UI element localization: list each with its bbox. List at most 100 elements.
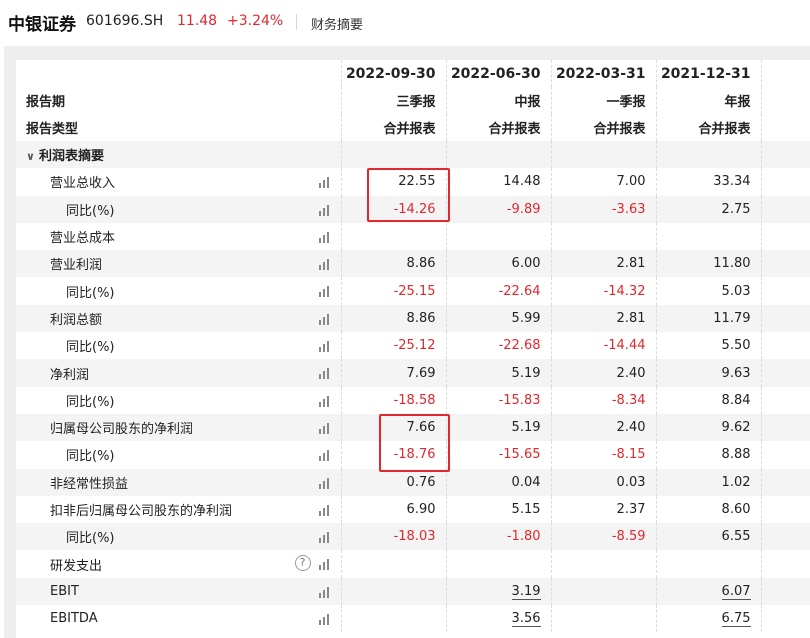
table-row: 同比(%) -25.12 -22.68 -14.44 5.50 (16, 332, 810, 360)
cell-value[interactable]: 3.56 (511, 611, 541, 628)
bar-chart-icon-bar (322, 617, 325, 626)
column-report-type: 合并报表 (655, 114, 761, 141)
bar-chart-icon-bar (326, 231, 329, 243)
bar-chart-icon[interactable] (318, 586, 331, 598)
header-row-date: 2022-09-30 2022-06-30 2022-03-31 2021-12-31… (16, 60, 810, 87)
bar-chart-icon[interactable] (318, 340, 331, 353)
bar-chart-icon[interactable] (318, 531, 331, 544)
group-label[interactable]: ∨ 利润表摘要 (16, 141, 341, 169)
bar-chart-icon[interactable] (318, 558, 331, 571)
table-cell (550, 605, 656, 633)
bar-chart-icon[interactable] (318, 422, 331, 434)
bar-chart-icon-bar (322, 234, 325, 243)
table-cell: -25.12 (340, 332, 446, 360)
cell-value[interactable]: 6.75 (721, 611, 751, 628)
table-cell: 7.69 (340, 359, 446, 387)
cell-value[interactable]: 3.19 (511, 583, 541, 600)
row-label-type: 报告类型 (26, 122, 79, 137)
help-icon[interactable]: ? (294, 555, 311, 572)
bar-chart-icon-bar (318, 538, 321, 544)
bar-chart-icon-bar (318, 347, 321, 353)
stock-change: +3.24% (227, 13, 284, 29)
bar-chart-icon-bar (318, 183, 321, 189)
row-label-text: 同比(%) (66, 394, 115, 410)
table-cell: 0.04 (445, 468, 551, 496)
table-cell: -14.32 (550, 277, 656, 305)
header-divider (296, 14, 297, 30)
bar-chart-icon[interactable] (318, 176, 331, 189)
column-date[interactable]: 2022-09-30 (340, 60, 446, 87)
table-cell: 7.66 (340, 413, 446, 442)
table-cell (550, 222, 656, 251)
table-cell: 6.00 (445, 250, 551, 278)
table-cell (760, 168, 810, 196)
bar-chart-icon[interactable] (318, 449, 331, 462)
row-label: 研发支出? (16, 550, 341, 577)
row-label: 同比(%) (16, 441, 341, 468)
table-cell: 5.19 (445, 359, 551, 387)
column-period: 年报 (655, 87, 761, 114)
table-cell: 2.37 (550, 495, 656, 524)
bar-chart-icon-bar (318, 565, 321, 571)
bar-chart-icon[interactable] (318, 231, 331, 243)
table-cell: 5.19 (445, 413, 551, 442)
row-label-text: 同比(%) (66, 340, 115, 356)
bar-chart-icon[interactable] (318, 477, 331, 489)
bar-chart-icon[interactable] (318, 285, 331, 298)
table-cell: -1.80 (445, 523, 551, 551)
table-cell: 9.63 (655, 359, 761, 387)
bar-chart-icon[interactable] (318, 258, 331, 271)
bar-chart-icon-bar (322, 180, 325, 189)
table-cell: 14.48 (445, 168, 551, 196)
table-cell (655, 141, 761, 169)
bar-chart-icon-bar (318, 401, 321, 407)
table-cell (340, 141, 446, 169)
bar-chart-icon-bar (318, 374, 321, 380)
bar-chart-icon[interactable] (318, 613, 331, 626)
bar-chart-icon[interactable] (318, 313, 331, 325)
table-row: 同比(%) -18.76 -15.65 -8.15 8.88 (16, 441, 810, 469)
table-row: EBIT 3.19 6.07 (16, 577, 810, 606)
bar-chart-icon[interactable] (318, 367, 331, 380)
cell-value[interactable]: 6.07 (721, 583, 751, 600)
bar-chart-icon[interactable] (318, 204, 331, 216)
column-date[interactable]: 2021- (760, 60, 810, 87)
bar-chart-icon[interactable] (318, 504, 331, 516)
table-cell: 5.03 (655, 277, 761, 305)
bar-chart-icon-bar (318, 428, 321, 434)
table-cell: -9.89 (445, 195, 551, 223)
table-row: 净利润 7.69 5.19 2.40 9.63 (16, 359, 810, 387)
bar-chart-icon[interactable] (318, 395, 331, 407)
table-cell: 8.60 (655, 495, 761, 524)
table-row: 同比(%) -18.58 -15.83 -8.34 8.84 (16, 386, 810, 414)
table-cell: 2.40 (550, 359, 656, 387)
column-date[interactable]: 2021-12-31 (655, 60, 761, 87)
table-cell: 2.81 (550, 304, 656, 333)
table-cell (550, 577, 656, 606)
table-cell (760, 141, 810, 169)
table-cell (760, 605, 810, 633)
row-label-text: 归属母公司股东的净利润 (50, 422, 194, 438)
table-cell: 8.88 (655, 441, 761, 469)
section-title[interactable]: 财务摘要 (311, 14, 363, 33)
chevron-down-icon[interactable]: ∨ (26, 150, 35, 163)
row-label-text: 同比(%) (66, 449, 115, 465)
table-cell: -22.68 (445, 332, 551, 360)
row-label-text: 净利润 (50, 367, 90, 383)
column-date[interactable]: 2022-06-30 (445, 60, 551, 87)
column-report-type: 合并报表 (340, 114, 446, 141)
bar-chart-icon-bar (322, 453, 325, 462)
bar-chart-icon-bar (326, 259, 329, 271)
table-row: 利润总额 8.86 5.99 2.81 11.79 (16, 304, 810, 333)
table-cell (340, 550, 446, 578)
table-row: EBITDA 3.56 6.75 (16, 605, 810, 633)
table-cell: 11.80 (655, 250, 761, 278)
group-row-income-summary[interactable]: ∨ 利润表摘要 (16, 141, 810, 169)
table-row: 营业总收入 22.55 14.48 7.00 33.34 (16, 168, 810, 196)
bar-chart-icon-bar (318, 456, 321, 462)
table-cell: 3.56 (445, 605, 551, 633)
table-cell: 1.02 (655, 468, 761, 496)
column-date[interactable]: 2022-03-31 (550, 60, 656, 87)
bar-chart-icon-bar (322, 480, 325, 489)
table-cell: 8.86 (340, 250, 446, 278)
